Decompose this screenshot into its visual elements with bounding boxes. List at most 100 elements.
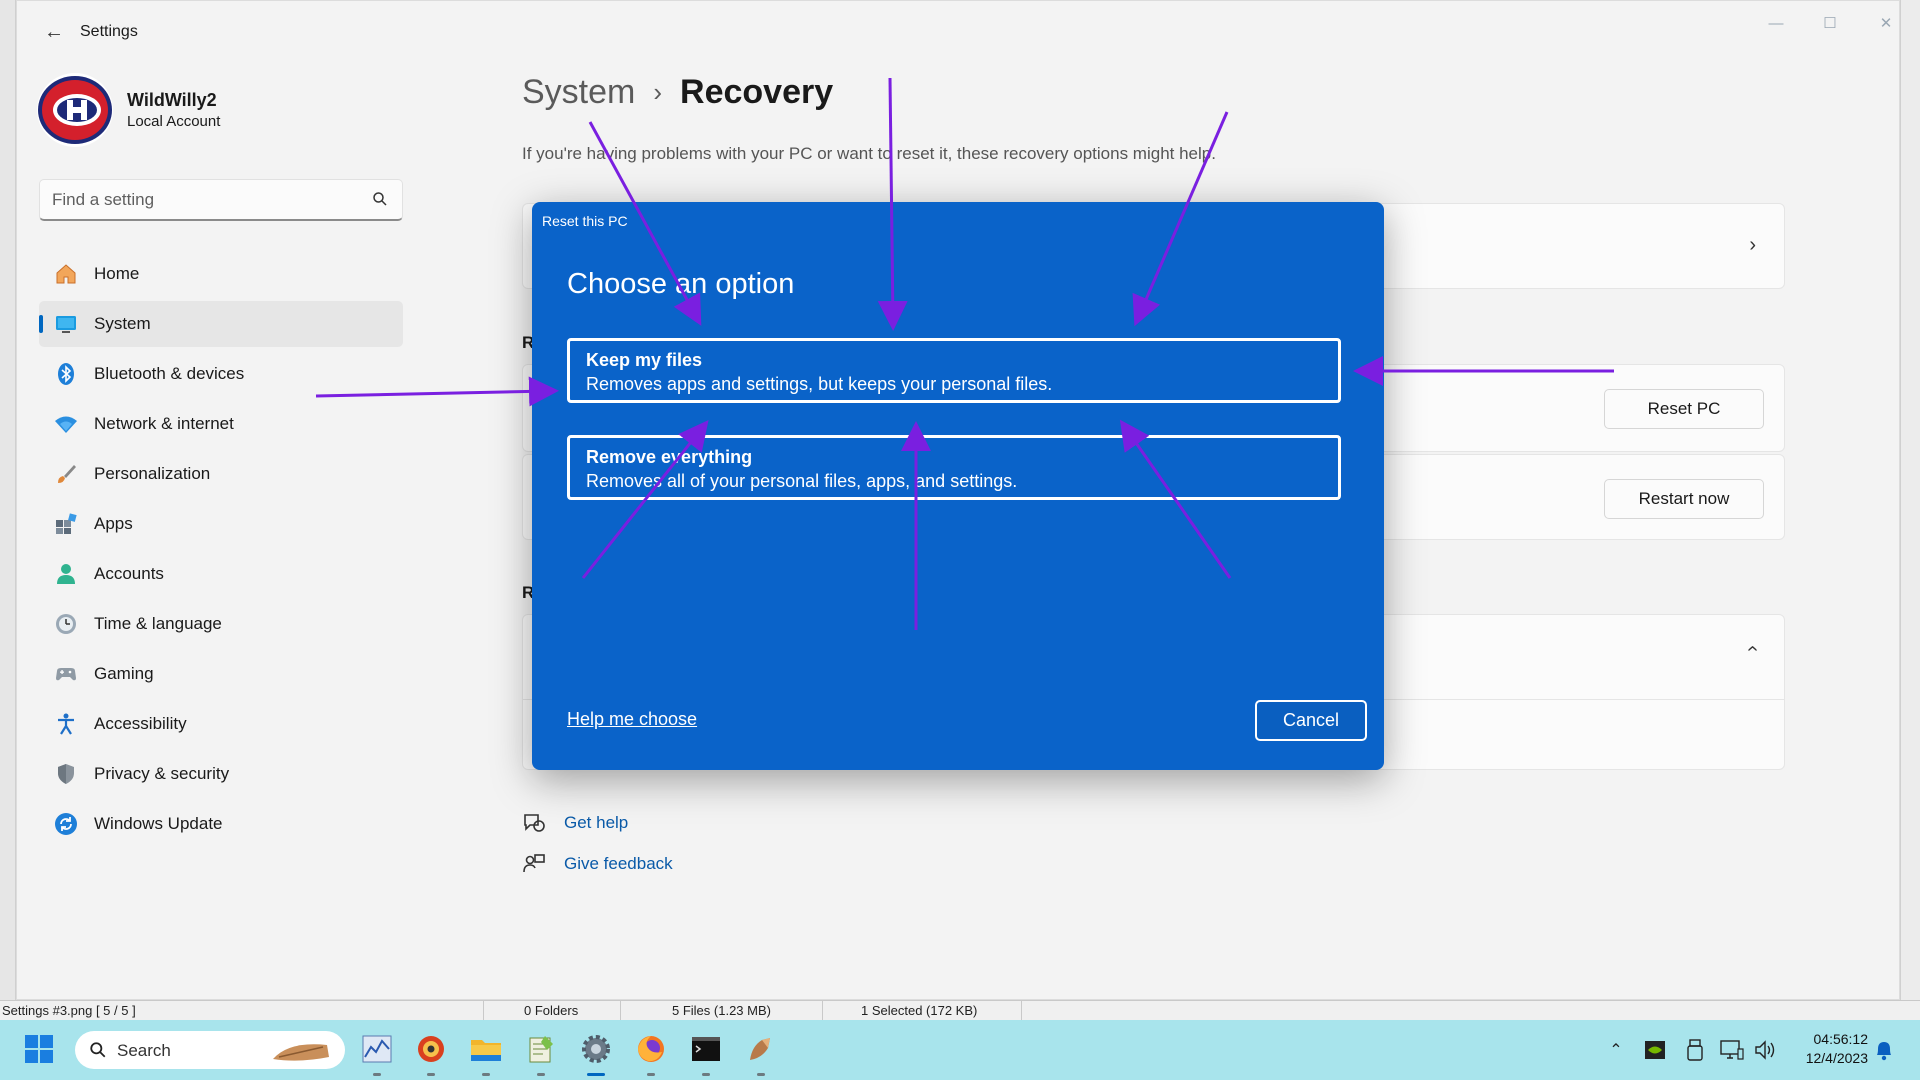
taskbar-app-stock-chart[interactable]: [360, 1032, 394, 1076]
help-me-choose-link[interactable]: Help me choose: [567, 709, 697, 730]
help-chat-icon: [524, 814, 545, 832]
status-divider: [822, 1001, 823, 1021]
account-type: Local Account: [127, 113, 221, 130]
apps-icon: [53, 511, 79, 537]
sidebar-item-privacy[interactable]: Privacy & security: [39, 751, 403, 797]
sidebar-item-system[interactable]: System: [39, 301, 403, 347]
restart-now-button[interactable]: Restart now: [1604, 479, 1764, 519]
background-viewer-right-strip: [1900, 0, 1920, 1000]
settings-search-box[interactable]: [39, 179, 403, 221]
title-bar: ← Settings — ☐ ✕: [17, 1, 1899, 63]
network-tray-icon[interactable]: [1720, 1038, 1744, 1062]
sidebar-item-label: System: [94, 314, 151, 333]
close-button[interactable]: ✕: [1863, 9, 1909, 37]
running-indicator: [537, 1073, 545, 1076]
sidebar-item-accessibility[interactable]: Accessibility: [39, 701, 403, 747]
refresh-icon: [53, 811, 79, 837]
taskbar-app-notepad-plus[interactable]: [524, 1032, 558, 1076]
search-input[interactable]: [52, 188, 352, 212]
sidebar-item-label: Apps: [94, 514, 133, 533]
minimize-button[interactable]: —: [1753, 9, 1799, 37]
sidebar-item-gaming[interactable]: Gaming: [39, 651, 403, 697]
dialog-window-title: Reset this PC: [542, 213, 628, 229]
background-viewer-left-strip: [0, 0, 16, 1000]
notepad-plus-icon: [529, 1036, 553, 1063]
breadcrumb-parent[interactable]: System: [522, 73, 635, 112]
search-icon: [373, 192, 387, 206]
volume-tray-icon[interactable]: [1754, 1038, 1778, 1062]
taskbar-app-irfanview[interactable]: [414, 1032, 448, 1076]
sidebar-item-apps[interactable]: Apps: [39, 501, 403, 547]
breadcrumb: System › Recovery: [522, 73, 833, 112]
settings-gear-icon: [582, 1035, 610, 1063]
avatar[interactable]: [37, 73, 113, 147]
stock-chart-app-icon: [362, 1035, 392, 1063]
sidebar-item-personalization[interactable]: Personalization: [39, 451, 403, 497]
start-button[interactable]: [22, 1032, 56, 1066]
search-highlight-icon: [273, 1044, 329, 1061]
keep-my-files-option[interactable]: Keep my files Removes apps and settings,…: [567, 338, 1341, 403]
taskbar-search-label: Search: [117, 1041, 171, 1060]
nvidia-tray-icon[interactable]: [1643, 1038, 1667, 1062]
option-title: Keep my files: [586, 350, 703, 370]
running-indicator: [482, 1073, 490, 1076]
running-indicator: [427, 1073, 435, 1076]
sidebar-item-label: Home: [94, 264, 140, 283]
usb-drive-icon: [1687, 1039, 1703, 1061]
feedback-icon: [523, 854, 545, 873]
taskbar-app-file-explorer[interactable]: [469, 1032, 503, 1076]
reset-pc-button[interactable]: Reset PC: [1604, 389, 1764, 429]
status-divider: [483, 1001, 484, 1021]
page-description: If you're having problems with your PC o…: [522, 144, 1216, 163]
running-indicator: [373, 1073, 381, 1076]
user-name: WildWilly2: [127, 90, 217, 110]
maximize-button[interactable]: ☐: [1807, 9, 1853, 37]
give-feedback-link[interactable]: Give feedback: [522, 852, 673, 876]
give-feedback-label: Give feedback: [564, 854, 673, 873]
file-explorer-icon: [471, 1040, 501, 1061]
nvidia-icon: [1645, 1041, 1665, 1059]
page-title: Recovery: [680, 73, 834, 111]
usb-tray-icon[interactable]: [1683, 1038, 1707, 1062]
close-icon: ✕: [1879, 15, 1893, 32]
shield-icon: [53, 761, 79, 787]
habs-logo-avatar: [38, 76, 112, 144]
taskbar-clock[interactable]: 04:56:12 12/4/2023: [1806, 1030, 1868, 1068]
option-description: Removes all of your personal files, apps…: [586, 471, 1018, 491]
chevron-up-icon: ›: [1741, 645, 1764, 652]
running-indicator: [757, 1073, 765, 1076]
status-filename: Settings #3.png [ 5 / 5 ]: [2, 1003, 136, 1018]
reset-pc-dialog: Reset this PC Choose an option Keep my f…: [532, 202, 1384, 770]
taskbar-app-paint[interactable]: [744, 1032, 778, 1076]
clock-globe-icon: [53, 611, 79, 637]
taskbar-search[interactable]: Search: [75, 1031, 345, 1069]
status-divider: [1021, 1001, 1022, 1021]
taskbar-app-settings[interactable]: [579, 1032, 613, 1076]
sidebar-item-bluetooth[interactable]: Bluetooth & devices: [39, 351, 403, 397]
sidebar-item-network[interactable]: Network & internet: [39, 401, 403, 447]
taskbar-app-terminal[interactable]: [689, 1032, 723, 1076]
back-arrow-icon: ←: [44, 20, 64, 43]
get-help-link[interactable]: Get help: [522, 811, 628, 835]
irfanview-icon: [418, 1036, 444, 1062]
notifications-button[interactable]: [1872, 1038, 1896, 1062]
sidebar-item-windows-update[interactable]: Windows Update: [39, 801, 403, 847]
network-monitor-icon: [1720, 1040, 1744, 1060]
taskbar-app-firefox[interactable]: [634, 1032, 668, 1076]
sidebar-item-label: Personalization: [94, 464, 211, 483]
running-indicator: [647, 1073, 655, 1076]
chevron-up-icon: ⌃: [1609, 1042, 1623, 1059]
status-divider: [620, 1001, 621, 1021]
wifi-icon: [53, 411, 79, 437]
sidebar-item-accounts[interactable]: Accounts: [39, 551, 403, 597]
clock-time: 04:56:12: [1813, 1031, 1869, 1047]
back-button[interactable]: ←: [39, 19, 69, 45]
show-hidden-icons-button[interactable]: ⌃: [1604, 1038, 1628, 1062]
sidebar-item-label: Time & language: [94, 614, 222, 633]
sidebar-item-time-language[interactable]: Time & language: [39, 601, 403, 647]
home-icon: [53, 261, 79, 287]
cancel-button[interactable]: Cancel: [1255, 700, 1367, 741]
remove-everything-option[interactable]: Remove everything Removes all of your pe…: [567, 435, 1341, 500]
firefox-icon: [638, 1036, 664, 1062]
sidebar-item-home[interactable]: Home: [39, 251, 403, 297]
